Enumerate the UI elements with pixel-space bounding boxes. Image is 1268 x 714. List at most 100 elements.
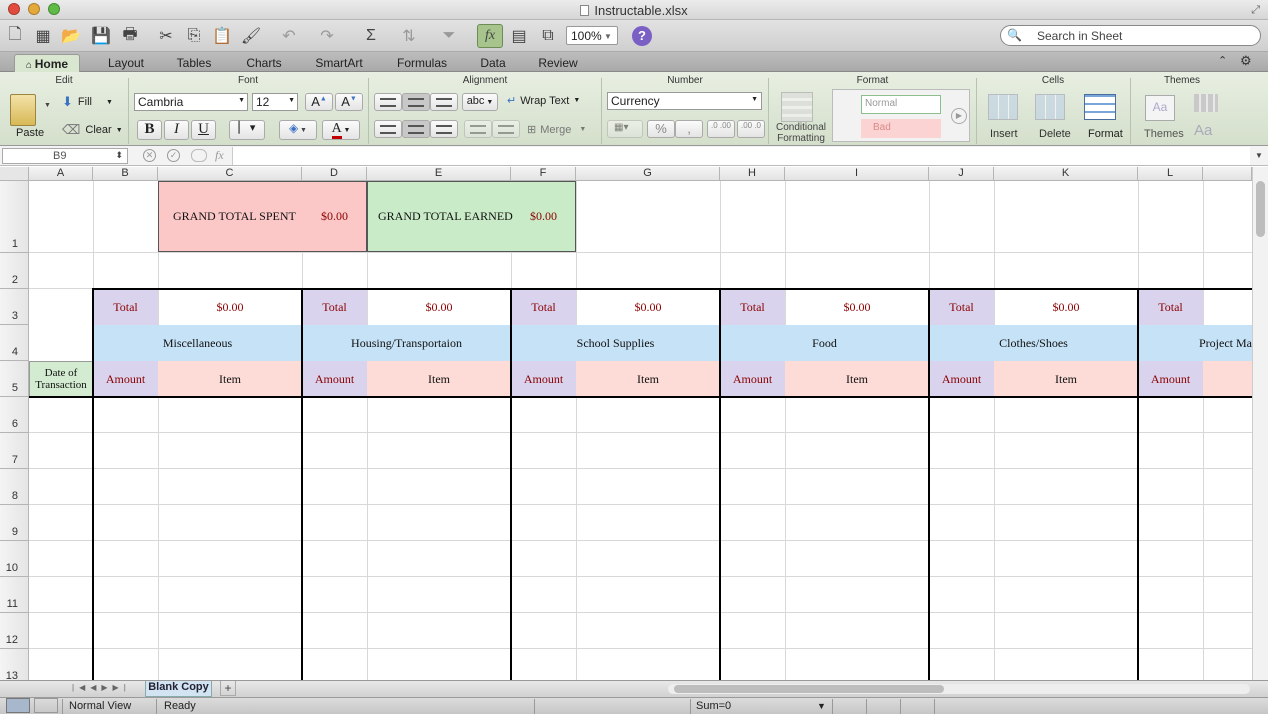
column-header-j[interactable]: J [929,167,994,181]
formula-builder-icon[interactable]: fx [477,24,503,48]
item-header-cell[interactable]: Item [994,361,1138,397]
style-bad[interactable]: Bad [861,119,941,138]
formula-paren-icon[interactable] [191,149,207,162]
spreadsheet-grid[interactable]: A B C D E F G H I J K L 1 2 3 4 5 6 7 8 … [0,167,1252,680]
total-value-cell[interactable]: $0.00 [994,289,1138,325]
orientation-button[interactable]: abc ▼ [462,93,498,111]
conditional-formatting-icon[interactable] [781,92,813,122]
sort-icon[interactable]: ⇅ [396,24,422,48]
total-value-cell[interactable]: $0.00 [576,289,720,325]
amount-header-cell[interactable]: Amount [1138,361,1203,397]
column-header-d[interactable]: D [302,167,367,181]
style-normal[interactable]: Normal [861,95,941,114]
vertical-scrollbar[interactable] [1252,167,1268,680]
horizontal-scroll-thumb[interactable] [674,685,944,693]
underline-button[interactable]: U [191,120,216,140]
media-browser-icon[interactable]: ⧉ [535,24,561,48]
themes-icon[interactable]: Aa [1145,95,1175,121]
align-left-button[interactable] [374,120,402,138]
autosum-icon[interactable]: Σ [358,24,384,48]
vertical-scroll-thumb[interactable] [1256,181,1265,237]
row-header-5[interactable]: 5 [0,361,29,397]
category-header-cell[interactable]: Housing/Transportaion [302,325,511,361]
horizontal-scrollbar[interactable] [668,684,1250,694]
insert-function-button[interactable]: fx [215,148,224,163]
increase-indent-button[interactable] [492,120,520,138]
sheet-tab-blank-copy[interactable]: Blank Copy [145,681,212,697]
format-cells-button[interactable]: Format [1088,128,1123,140]
merge-button[interactable]: ⊞ Merge ▼ [527,123,586,137]
cancel-entry-icon[interactable]: ✕ [143,149,156,162]
font-name-select[interactable]: Cambria ▼ [134,93,248,111]
row-header-4[interactable]: 4 [0,325,29,361]
cell-styles-gallery[interactable]: Normal Bad ▶ [832,89,970,142]
category-header-cell[interactable]: Project Ma [1138,325,1252,361]
decrease-font-size-button[interactable]: A▼ [335,93,363,111]
new-document-icon[interactable]: 🗋 [2,24,28,48]
paste-dropdown-icon[interactable]: ▼ [44,102,51,109]
bold-button[interactable]: B [137,120,162,140]
tab-tables[interactable]: Tables [166,54,222,72]
help-icon[interactable]: ? [632,26,652,46]
align-center-button[interactable] [402,120,430,138]
align-bottom-button[interactable] [430,93,458,111]
align-right-button[interactable] [430,120,458,138]
format-painter-icon[interactable]: 🖌 [238,24,264,48]
column-header-f[interactable]: F [511,167,576,181]
row-header-12[interactable]: 12 [0,613,29,649]
confirm-entry-icon[interactable]: ✓ [167,149,180,162]
zoom-dropdown-icon[interactable]: ▼ [604,32,612,41]
clear-button[interactable]: ⌫ Clear ▼ [62,122,123,138]
row-header-2[interactable]: 2 [0,253,29,289]
category-header-cell[interactable]: Miscellaneous [93,325,302,361]
fullscreen-icon[interactable]: ⤢ [1251,4,1260,17]
grand-total-earned-cell[interactable]: GRAND TOTAL EARNED $0.00 [367,181,576,252]
theme-fonts-icon[interactable]: Aa [1194,122,1212,139]
total-label-cell[interactable]: Total [1138,289,1203,325]
tab-layout[interactable]: Layout [98,54,154,72]
name-box[interactable]: B9 ⬍ [2,148,128,164]
item-header-cell[interactable]: Item [785,361,929,397]
column-header-m[interactable] [1203,167,1252,181]
amount-header-cell[interactable]: Amount [929,361,994,397]
row-header-8[interactable]: 8 [0,469,29,505]
format-cells-icon[interactable] [1084,94,1116,120]
insert-button[interactable]: Insert [990,128,1018,140]
insert-cells-icon[interactable] [988,94,1018,120]
tab-review[interactable]: Review [530,54,586,72]
tab-data[interactable]: Data [472,54,514,72]
amount-header-cell[interactable]: Amount [720,361,785,397]
column-header-g[interactable]: G [576,167,720,181]
open-icon[interactable]: 📂 [58,24,84,48]
total-label-cell[interactable]: Total [302,289,367,325]
paste-clipboard-icon[interactable] [10,94,36,126]
ribbon-settings-gear-icon[interactable]: ⚙ [1240,53,1252,69]
decrease-indent-button[interactable] [464,120,492,138]
column-header-i[interactable]: I [785,167,929,181]
align-middle-button[interactable] [402,93,430,111]
wrap-text-button[interactable]: ↵ Wrap Text ▼ [507,94,580,108]
row-header-10[interactable]: 10 [0,541,29,577]
tab-formulas[interactable]: Formulas [390,54,454,72]
accounting-format-button[interactable]: ▦▾ [607,120,643,138]
total-value-cell[interactable]: $0.00 [367,289,511,325]
show-toolbox-icon[interactable]: ▤ [506,24,532,48]
category-header-cell[interactable]: School Supplies [511,325,720,361]
tab-charts[interactable]: Charts [236,54,292,72]
column-header-e[interactable]: E [367,167,511,181]
search-input[interactable]: Search in Sheet [1000,25,1261,46]
row-header-7[interactable]: 7 [0,433,29,469]
percent-style-button[interactable]: % [647,120,675,138]
sheet-nav-arrows-icon[interactable]: |◀◀▶▶| [72,683,131,692]
column-header-l[interactable]: L [1138,167,1203,181]
category-header-cell[interactable]: Clothes/Shoes [929,325,1138,361]
page-layout-view-icon[interactable] [34,698,58,713]
amount-header-cell[interactable]: Amount [302,361,367,397]
column-header-a[interactable]: A [29,167,93,181]
item-header-cell[interactable]: Item [158,361,302,397]
row-header-6[interactable]: 6 [0,397,29,433]
cut-icon[interactable]: ✂ [153,24,179,48]
total-value-cell[interactable]: $0.00 [158,289,302,325]
fill-button[interactable]: ⬇ Fill ▼ [62,94,113,110]
row-header-13[interactable]: 13 [0,649,29,680]
